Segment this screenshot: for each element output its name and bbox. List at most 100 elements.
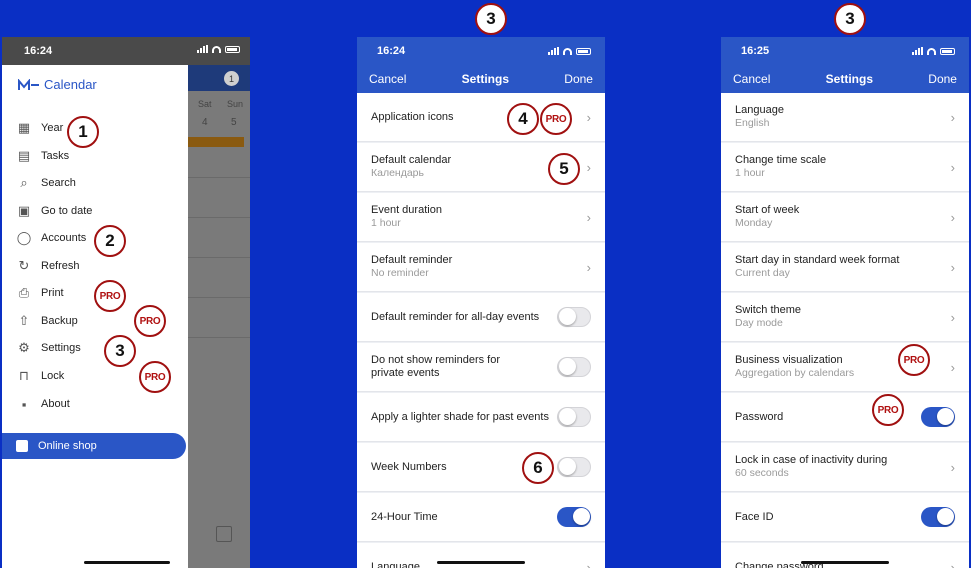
settings-row-text: Start day in standard week format Current…	[735, 254, 951, 280]
settings-row-text: Start of week Monday	[735, 204, 951, 230]
phone-settings-2: 16:25 Cancel Settings Done Language Engli…	[721, 37, 969, 568]
settings-row-default-reminder-for-all-day-events[interactable]: Default reminder for all-day events	[357, 293, 605, 342]
menu-item-about[interactable]: ▪ About	[2, 391, 188, 417]
settings-row-label: Default reminder	[371, 254, 453, 266]
toggle-switch[interactable]	[921, 507, 955, 527]
go-to-date-icon: ▣	[17, 203, 31, 218]
status-bar: 16:25	[721, 37, 969, 65]
about-icon: ▪	[21, 396, 27, 412]
menu-item-refresh[interactable]: ↻ Refresh	[2, 253, 188, 279]
toggle-switch[interactable]	[557, 357, 591, 377]
menu-item-search[interactable]: ⌕ Search	[2, 170, 188, 196]
menu-item-label: About	[41, 398, 70, 410]
marker-1: 1	[67, 116, 99, 148]
settings-row-language[interactable]: Language ›	[357, 543, 605, 568]
chevron-right-icon: ›	[950, 159, 955, 175]
settings-row-value: English	[735, 117, 770, 129]
settings-row-change-time-scale[interactable]: Change time scale 1 hour ›	[721, 143, 969, 192]
settings-row-24-hour-time[interactable]: 24-Hour Time	[357, 493, 605, 542]
settings-row-label: Face ID	[735, 510, 774, 523]
bg-divider	[188, 177, 250, 178]
settings-row-text: Event duration 1 hour	[371, 204, 587, 230]
settings-row-event-duration[interactable]: Event duration 1 hour ›	[357, 193, 605, 242]
printer-icon: ⎙	[18, 285, 30, 300]
marker-5: 5	[548, 153, 580, 185]
home-indicator	[801, 561, 889, 564]
signal-icon	[548, 47, 559, 55]
refresh-icon: ↻	[18, 258, 30, 273]
app-logo: Calendar	[18, 77, 97, 92]
bg-divider	[188, 257, 250, 258]
marker-4: 4	[507, 103, 539, 135]
settings-row-apply-a-lighter-shade-for-past-events[interactable]: Apply a lighter shade for past events	[357, 393, 605, 442]
wifi-icon	[563, 47, 572, 55]
done-button[interactable]: Done	[564, 72, 593, 86]
settings-row-text: Language English	[735, 104, 951, 130]
menu-item-go-to-date[interactable]: ▣ Go to date	[2, 198, 188, 224]
settings-row-text: Apply a lighter shade for past events	[371, 411, 557, 424]
settings-row-label: Apply a lighter shade for past events	[371, 410, 549, 423]
done-button[interactable]: Done	[928, 72, 957, 86]
cancel-button[interactable]: Cancel	[369, 72, 406, 86]
settings-row-label: Start day in standard week format	[735, 254, 900, 266]
chevron-right-icon: ›	[586, 559, 591, 568]
pro-badge: PRO	[94, 280, 126, 312]
menu-item-settings[interactable]: ⚙ Settings	[2, 335, 188, 361]
settings-row-business-visualization[interactable]: Business visualization Aggregation by cal…	[721, 343, 969, 392]
tasks-icon: ▤	[17, 148, 31, 163]
settings-row-text: Face ID	[735, 511, 921, 524]
settings-row-label: Change time scale	[735, 154, 827, 166]
settings-row-default-reminder[interactable]: Default reminder No reminder ›	[357, 243, 605, 292]
marker-6: 6	[522, 452, 554, 484]
settings-row-start-of-week[interactable]: Start of week Monday ›	[721, 193, 969, 242]
nav-title: Settings	[461, 72, 509, 86]
settings-row-switch-theme[interactable]: Switch theme Day mode ›	[721, 293, 969, 342]
settings-row-label: Default reminder for all-day events	[371, 310, 540, 323]
settings-row-label: Language	[735, 104, 784, 116]
settings-row-label: 24-Hour Time	[371, 510, 438, 523]
pro-badge: PRO	[139, 361, 171, 393]
settings-row-do-not-show-reminders-for-private-events[interactable]: Do not show reminders for private events	[357, 343, 605, 392]
settings-row-change-password[interactable]: Change password ›	[721, 543, 969, 568]
bg-divider	[188, 217, 250, 218]
settings-row-start-day-in-standard-week-format[interactable]: Start day in standard week format Current…	[721, 243, 969, 292]
bg-calendar-header: 1	[188, 45, 250, 91]
settings-row-password[interactable]: Password	[721, 393, 969, 442]
settings-row-week-numbers[interactable]: Week Numbers	[357, 443, 605, 492]
settings-row-face-id[interactable]: Face ID	[721, 493, 969, 542]
settings-row-value: Current day	[735, 267, 790, 279]
menu-item-tasks[interactable]: ▤ Tasks	[2, 143, 188, 169]
status-time: 16:25	[741, 45, 770, 57]
pro-badge: PRO	[898, 344, 930, 376]
toggle-switch[interactable]	[921, 407, 955, 427]
toggle-switch[interactable]	[557, 457, 591, 477]
bg-divider	[188, 297, 250, 298]
settings-list: Language English › Change time scale 1 hour ›…	[721, 93, 969, 568]
settings-row-text: Change time scale 1 hour	[735, 154, 951, 180]
toggle-switch[interactable]	[557, 507, 591, 527]
online-shop-button[interactable]: Online shop	[2, 433, 186, 459]
toggle-switch[interactable]	[557, 407, 591, 427]
person-icon: ◯	[16, 230, 32, 245]
menu-item-label: Lock	[41, 370, 65, 382]
cart-icon	[16, 440, 28, 452]
chevron-right-icon: ›	[950, 109, 955, 125]
online-shop-label: Online shop	[38, 440, 97, 452]
settings-row-text: Do not show reminders for private events	[371, 354, 557, 380]
toggle-switch[interactable]	[557, 307, 591, 327]
settings-row-lock-in-case-of-inactivity-during[interactable]: Lock in case of inactivity during 60 seco…	[721, 443, 969, 492]
wifi-icon	[927, 47, 936, 55]
settings-row-language[interactable]: Language English ›	[721, 93, 969, 142]
backup-icon: ⇧	[18, 313, 30, 328]
settings-row-value: Day mode	[735, 317, 783, 329]
cancel-button[interactable]: Cancel	[733, 72, 770, 86]
status-time: 16:24	[24, 45, 53, 57]
toggle-knob	[937, 508, 954, 525]
home-indicator	[437, 561, 525, 564]
nav-bar: Cancel Settings Done	[721, 65, 969, 93]
settings-row-text: Switch theme Day mode	[735, 304, 951, 330]
menu-item-label: Refresh	[41, 260, 80, 272]
marker-3-top: 3	[475, 3, 507, 35]
menu-item-label: Tasks	[41, 150, 70, 162]
toggle-knob	[559, 458, 576, 475]
